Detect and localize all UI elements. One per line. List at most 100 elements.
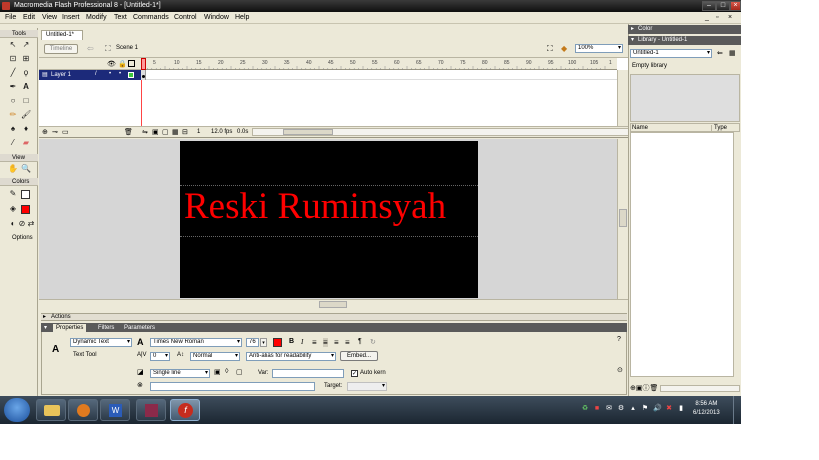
embed-button[interactable]: Embed... (340, 351, 378, 361)
explorer-taskbar-icon[interactable] (36, 399, 66, 421)
link-icon[interactable]: ⊗ (137, 381, 143, 389)
tray-icon-4[interactable]: ⚙ (617, 405, 625, 413)
menu-window[interactable]: Window (204, 14, 229, 21)
target-select[interactable] (347, 382, 387, 391)
line-tool-icon[interactable]: ╱ (8, 68, 18, 78)
url-field[interactable] (150, 382, 315, 391)
fill-color-icon[interactable]: ◈ (8, 204, 18, 214)
col-name[interactable]: Name (632, 125, 648, 131)
menu-control[interactable]: Control (174, 14, 197, 21)
stage-vscroll-thumb[interactable] (619, 209, 627, 227)
color-expand-icon[interactable]: ▸ (631, 25, 634, 32)
fill-color-swatch[interactable] (21, 205, 30, 214)
clock[interactable]: 8:56 AM 6/12/2013 (693, 400, 720, 418)
tray-icon-2[interactable]: ■ (593, 405, 601, 413)
italic-button[interactable]: I (301, 338, 303, 346)
edit-symbols-icon[interactable]: ◆ (561, 44, 567, 53)
menu-help[interactable]: Help (235, 14, 249, 21)
justify-icon[interactable]: ≡ (345, 338, 350, 347)
collapse-arrow-icon[interactable]: ▾ (41, 324, 50, 332)
library-collapse-icon[interactable]: ▾ (631, 36, 634, 43)
menu-file[interactable]: File (5, 14, 16, 21)
modify-markers-icon[interactable]: ⊟ (182, 128, 188, 136)
outline-icon[interactable] (128, 60, 135, 67)
menu-insert[interactable]: Insert (62, 14, 80, 21)
library-scroll[interactable] (733, 132, 740, 377)
start-button[interactable] (4, 398, 30, 422)
timeline-hscroll-thumb[interactable] (283, 129, 333, 135)
stage-vscroll[interactable] (617, 139, 628, 299)
expand-arrow-icon[interactable]: ▸ (43, 314, 46, 321)
pencil-tool-icon[interactable]: ✏ (8, 110, 18, 120)
auto-kern-checkbox[interactable]: ✓ (351, 370, 358, 377)
anti-alias-select[interactable]: Anti-alias for readability (246, 352, 336, 361)
tray-icon-3[interactable]: ✉ (605, 405, 613, 413)
brush-tool-icon[interactable]: 🖌 (21, 110, 31, 120)
bold-button[interactable]: B (289, 338, 294, 345)
border-icon[interactable]: ▢ (236, 368, 243, 376)
action-center-icon[interactable]: ⚑ (641, 405, 649, 413)
menu-view[interactable]: View (42, 14, 57, 21)
center-frame-icon[interactable]: ⇋ (142, 128, 148, 136)
letter-spacing-field[interactable]: 0 (150, 352, 170, 361)
layer-color-swatch[interactable] (128, 72, 134, 78)
timeline-vscroll[interactable] (617, 70, 628, 126)
stage-hscroll[interactable] (39, 299, 628, 309)
tab-parameters[interactable]: Parameters (121, 324, 158, 332)
stage[interactable]: Reski Ruminsyah (180, 141, 478, 298)
baseline-select[interactable]: Normal (190, 352, 240, 361)
selection-tool-icon[interactable]: ↖ (8, 40, 18, 50)
eye-icon[interactable]: 👁 (107, 60, 116, 68)
onion-skin-icon[interactable]: ▣ (152, 128, 159, 136)
back-arrow-icon[interactable]: ⇦ (87, 44, 94, 53)
library-hscroll[interactable] (660, 385, 740, 392)
lock-dot-icon[interactable]: • (119, 71, 121, 77)
free-transform-tool-icon[interactable]: ⊡ (8, 54, 18, 64)
orientation-icon[interactable]: ↻ (370, 338, 376, 346)
oval-tool-icon[interactable]: ○ (8, 96, 18, 106)
swap-colors-icon[interactable]: ⇄ (26, 219, 36, 229)
stroke-color-swatch[interactable] (21, 190, 30, 199)
document-tab[interactable]: Untitled-1* (41, 30, 83, 40)
library-panel-header[interactable]: Library - Untitled-1 (628, 36, 741, 45)
lock-icon[interactable]: 🔒 (118, 60, 127, 68)
text-tool-icon[interactable]: A (21, 82, 31, 92)
color-panel-header[interactable]: Color (628, 25, 741, 34)
pen-tool-icon[interactable]: ✒ (8, 82, 18, 92)
render-html-icon[interactable]: ◊ (225, 368, 228, 375)
doc-close-icon[interactable]: × (728, 14, 732, 21)
tab-properties[interactable]: Properties (53, 324, 87, 332)
insert-layer-icon[interactable]: ⊕ (42, 128, 48, 136)
rectangle-tool-icon[interactable]: □ (21, 96, 31, 106)
zoom-select[interactable]: 100% (575, 44, 623, 53)
stroke-color-icon[interactable]: ✎ (8, 189, 18, 199)
tray-icon-1[interactable]: ♻ (581, 405, 589, 413)
timeline-toggle-button[interactable]: Timeline (44, 44, 78, 54)
paragraph-icon[interactable]: ¶ (358, 338, 362, 345)
close-button[interactable]: × (730, 1, 741, 11)
help-icon[interactable]: ? (617, 336, 621, 343)
subselection-tool-icon[interactable]: ↗ (21, 40, 31, 50)
var-field[interactable] (272, 369, 344, 378)
align-left-icon[interactable]: ≡ (312, 338, 317, 347)
selectable-icon[interactable]: ▣ (214, 368, 221, 376)
doc-minimize-icon[interactable]: _ (705, 14, 709, 21)
layer-row[interactable]: Layer 1 ▤ / • • (39, 70, 141, 80)
library-footer-icons[interactable]: ⊕▣ⓘ🗑 (630, 383, 658, 393)
menu-modify[interactable]: Modify (86, 14, 107, 21)
edit-scene-icon[interactable]: ⛶ (547, 44, 553, 54)
zoom-tool-icon[interactable]: 🔍 (21, 164, 31, 174)
actions-panel-header[interactable]: ▸ Actions (41, 313, 627, 321)
text-type-select[interactable]: Dynamic Text (70, 338, 132, 347)
media-player-taskbar-icon[interactable] (68, 399, 98, 421)
fill-transform-tool-icon[interactable]: ⊞ (21, 54, 31, 64)
font-size-dropdown-icon[interactable]: ▾ (260, 338, 267, 347)
font-size-field[interactable]: 76 (246, 338, 259, 347)
ink-bottle-tool-icon[interactable]: ♠ (8, 124, 18, 134)
text-color-swatch[interactable] (273, 338, 282, 347)
new-library-icon[interactable]: ▦ (729, 49, 736, 57)
library-select[interactable]: Untitled-1 (630, 49, 712, 58)
align-right-icon[interactable]: ≡ (334, 338, 339, 347)
menu-commands[interactable]: Commands (133, 14, 169, 21)
add-guide-icon[interactable]: ⊸ (52, 128, 58, 136)
